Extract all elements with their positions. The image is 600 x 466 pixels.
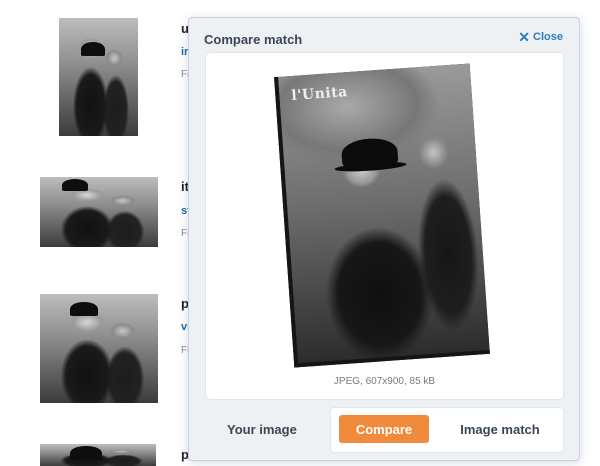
image-preview-panel: l'Unita JPEG, 607x900, 85 kB — [205, 52, 564, 400]
compare-button[interactable]: Compare — [339, 415, 429, 443]
compare-match-modal: Compare match ✕ Close l'Unita JPEG, 607x… — [188, 17, 580, 461]
close-icon: ✕ — [518, 28, 531, 45]
result-thumbnail[interactable] — [59, 18, 138, 136]
result-thumbnail[interactable] — [40, 294, 158, 403]
image-match-button[interactable]: Image match — [445, 415, 555, 443]
compare-toggle-group: Compare Image match — [330, 407, 564, 453]
close-button[interactable]: ✕ Close — [518, 28, 563, 45]
result-thumbnail[interactable] — [40, 444, 156, 466]
modal-title: Compare match — [204, 32, 303, 47]
close-label: Close — [533, 31, 563, 43]
file-info: JPEG, 607x900, 85 kB — [333, 376, 436, 387]
match-image: l'Unita — [274, 63, 490, 368]
result-thumbnail[interactable] — [40, 177, 158, 247]
your-image-tab[interactable]: Your image — [227, 422, 297, 437]
